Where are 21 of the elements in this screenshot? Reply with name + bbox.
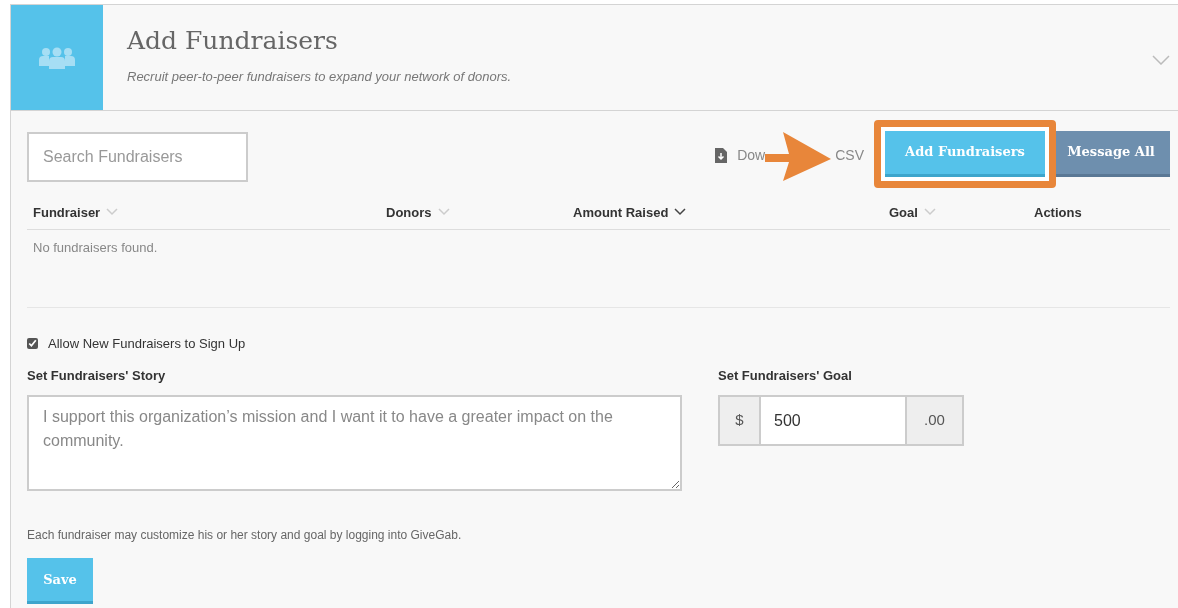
column-header[interactable]: Goal [889,202,918,222]
goal-label: Set Fundraisers' Goal [718,366,853,385]
file-download-icon [715,148,728,163]
chevron-down-icon [674,208,687,217]
help-note: Each fundraiser may customize his or her story and goal by logging into GiveGab. [27,527,463,544]
panel-subtitle: Recruit peer-to-peer fundraisers to expand your network of donors. [127,68,513,86]
empty-table-message: No fundraisers found. [27,230,1170,308]
signup-checkbox[interactable] [27,338,38,350]
column-header[interactable]: Amount Raised [573,202,669,222]
group-icon [39,45,75,70]
chevron-down-icon [106,208,119,217]
search-field[interactable]: Search Fundraisers [27,131,248,182]
chevron-down-icon [437,208,450,217]
column-header[interactable]: Actions [1034,202,1082,222]
story-field[interactable]: I support this organization’s mission and I want it to have a greater impact on the community. [27,395,682,491]
column-header[interactable]: Donors [386,202,432,222]
story-label: Set Fundraisers' Story [27,366,167,385]
checkbox-label: Allow New Fundraisers to Sign Up [48,335,246,353]
chevron-down-icon [923,208,936,217]
column-header[interactable]: Fundraiser [33,202,101,222]
panel-title: Add Fundraisers [127,25,339,57]
